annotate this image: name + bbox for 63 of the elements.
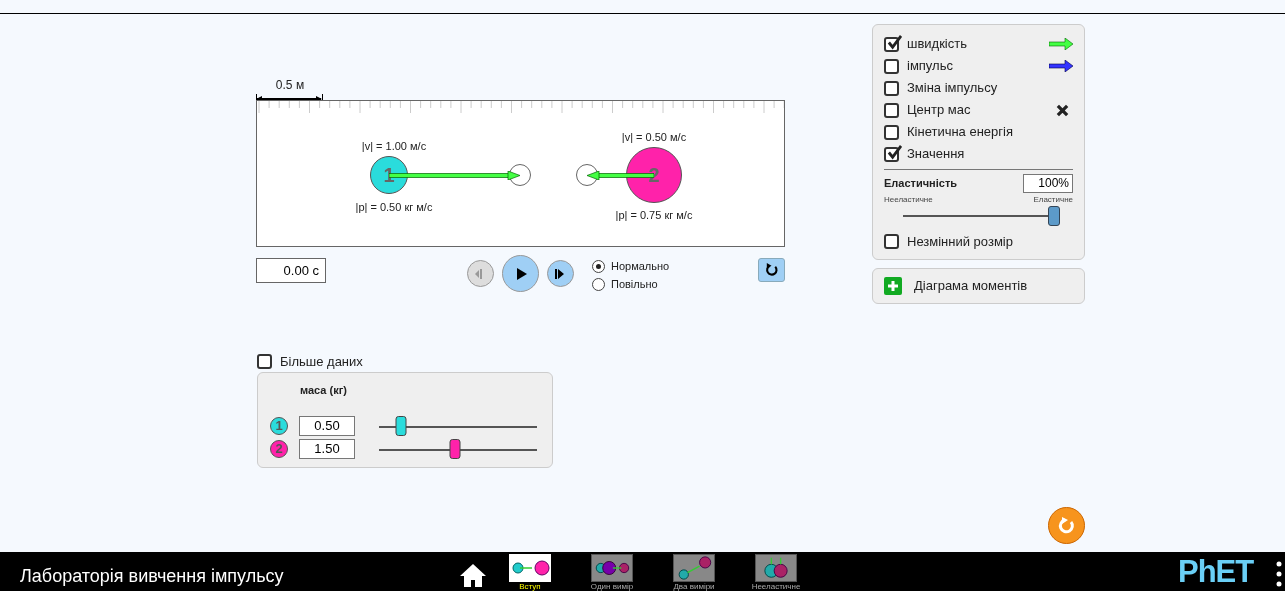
restart-button[interactable] (758, 258, 785, 282)
step-back-button[interactable] (467, 260, 494, 287)
inelastic-label: Нееластичне (884, 194, 933, 206)
play-icon (514, 266, 527, 281)
home-icon[interactable] (459, 563, 487, 587)
reset-all-button[interactable] (1048, 507, 1085, 544)
radio-button[interactable] (592, 277, 605, 291)
mass-field[interactable]: 1.50 (299, 439, 355, 459)
momentum-value: |p| = 0.75 кг м/с (615, 208, 693, 223)
checkbox[interactable] (884, 36, 899, 52)
checkbox[interactable] (884, 102, 899, 118)
velocity-value: |v| = 1.00 м/с (361, 139, 427, 154)
ball-number-icon: 1 (270, 417, 288, 435)
momentum-arrow-icon (1049, 60, 1073, 72)
checkbox[interactable] (884, 80, 899, 96)
cross-icon (1056, 103, 1069, 117)
more-data-label: Більше даних (280, 353, 363, 371)
elasticity-label: Еластичність (884, 176, 958, 192)
play-button[interactable] (502, 255, 539, 292)
restart-icon (764, 262, 779, 278)
momentum-value: |p| = 0.50 кг м/с (355, 200, 433, 215)
ball-number-icon: 2 (270, 440, 288, 458)
screen-tab[interactable]: Два виміри (664, 554, 724, 591)
option-label: імпульс (907, 57, 954, 76)
elasticity-value: 100% (1023, 174, 1073, 193)
checkbox[interactable] (884, 124, 899, 140)
option-label: Значення (907, 145, 966, 164)
plus-icon (884, 277, 902, 295)
velocity-value: |v| = 0.50 м/с (621, 130, 687, 145)
screen-tab[interactable]: Один вимір (582, 554, 642, 591)
screen-icon (673, 554, 715, 582)
radio-label: Нормально (611, 259, 670, 274)
checkbox[interactable] (884, 58, 899, 74)
screen-icon (755, 554, 797, 582)
screen-tab[interactable]: Вступ (500, 554, 560, 591)
sim-title: Лабораторія вивчення імпульсу (20, 565, 284, 588)
checkbox[interactable] (884, 234, 899, 250)
time-display: 0.00 с (256, 258, 326, 283)
mass-slider-thumb[interactable] (395, 416, 407, 436)
screen-icon (509, 554, 551, 582)
elasticity-slider-thumb[interactable] (1048, 206, 1060, 226)
momenta-diagram-button[interactable]: Діаграма моментів (872, 268, 1085, 304)
reset-icon (1057, 516, 1076, 535)
mass-field[interactable]: 0.50 (299, 416, 355, 436)
step-forward-button[interactable] (547, 260, 574, 287)
mass-slider-thumb[interactable] (449, 439, 461, 459)
velocity-arrow-icon (1049, 38, 1073, 50)
phet-logo: PhET (1178, 555, 1254, 589)
screen-tab[interactable]: Нееластичне (746, 554, 806, 591)
menu-icon[interactable] (1276, 560, 1282, 588)
option-label: Центр мас (907, 101, 972, 120)
option-label: Зміна імпульсу (907, 79, 999, 98)
checkbox[interactable] (257, 354, 272, 370)
checkbox[interactable] (884, 146, 899, 162)
option-label: Кінетична енергія (907, 123, 1014, 142)
screen-icon (591, 554, 633, 582)
scale-label: 0.5 м (274, 77, 306, 94)
elastic-label: Еластичне (1033, 194, 1073, 206)
option-label: Незмінний розмір (907, 233, 1013, 251)
radio-label: Повільно (611, 277, 658, 292)
mass-title: маса (кг) (300, 383, 347, 398)
radio-button[interactable] (592, 259, 605, 273)
option-label: швидкість (907, 35, 968, 54)
